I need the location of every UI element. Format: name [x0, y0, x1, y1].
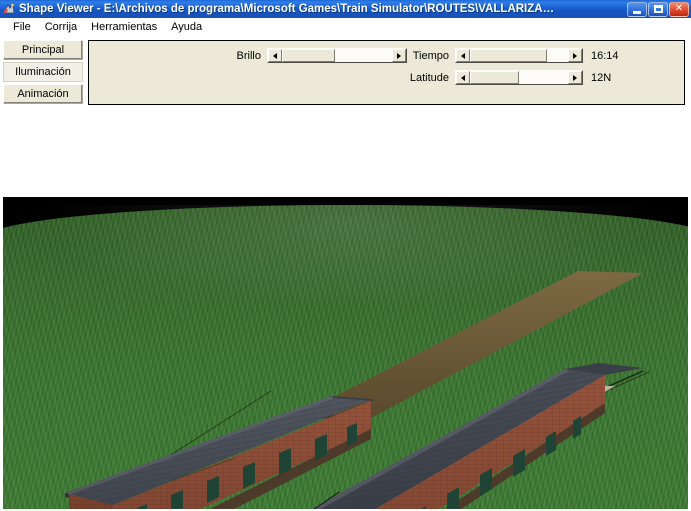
brillo-scrollbar[interactable]	[267, 48, 407, 63]
tiempo-label: Tiempo	[412, 49, 449, 62]
title-bar: Shape Viewer - E:\Archivos de programa\M…	[0, 0, 691, 18]
maximize-button[interactable]	[648, 1, 668, 17]
tab-iluminacion[interactable]: Iluminación	[3, 62, 83, 82]
tiempo-left-arrow-icon[interactable]	[456, 49, 470, 62]
menu-item-file[interactable]: File	[6, 20, 38, 34]
shape-viewer-icon	[2, 2, 16, 16]
tiempo-value: 16:14	[591, 49, 619, 62]
latitude-right-arrow-icon[interactable]	[568, 71, 582, 84]
tab-button-column: Principal Iluminación Animación	[3, 40, 83, 106]
window-controls: ✕	[627, 1, 689, 17]
brillo-track[interactable]	[282, 49, 392, 62]
lighting-panel: Brillo Tiempo 16:14 Latitude 12N	[88, 40, 685, 105]
latitude-value: 12N	[591, 71, 612, 84]
tiempo-right-arrow-icon[interactable]	[568, 49, 582, 62]
latitude-label: Latitude	[409, 71, 449, 84]
menu-item-ayuda[interactable]: Ayuda	[164, 20, 209, 34]
tiempo-track[interactable]	[470, 49, 568, 62]
shape-preview-viewport[interactable]	[0, 113, 691, 511]
menu-item-corrija[interactable]: Corrija	[38, 20, 84, 34]
viewport-left-edge	[0, 226, 3, 511]
close-button[interactable]: ✕	[669, 1, 689, 17]
minimize-button[interactable]	[627, 1, 647, 17]
latitude-left-arrow-icon[interactable]	[456, 71, 470, 84]
tab-principal[interactable]: Principal	[3, 40, 83, 60]
tiempo-control-row: Tiempo 16:14	[401, 48, 619, 63]
menu-bar: File Corrija Herramientas Ayuda	[0, 18, 691, 35]
tiempo-scrollbar[interactable]	[455, 48, 583, 63]
brillo-label: Brillo	[236, 49, 261, 62]
toolbar-zone: Principal Iluminación Animación Brillo T…	[0, 35, 691, 113]
brillo-left-arrow-icon[interactable]	[268, 49, 282, 62]
latitude-scrollbar[interactable]	[455, 70, 583, 85]
menu-item-herramientas[interactable]: Herramientas	[84, 20, 164, 34]
window-title: Shape Viewer - E:\Archivos de programa\M…	[19, 3, 555, 15]
tab-animacion[interactable]: Animación	[3, 84, 83, 104]
viewport-inner	[3, 113, 688, 509]
shape-viewer-window: Shape Viewer - E:\Archivos de programa\M…	[0, 0, 691, 511]
latitude-track[interactable]	[470, 71, 568, 84]
brillo-control-row: Brillo	[219, 48, 407, 63]
latitude-control-row: Latitude 12N	[401, 70, 611, 85]
scene-geometry	[65, 271, 650, 509]
